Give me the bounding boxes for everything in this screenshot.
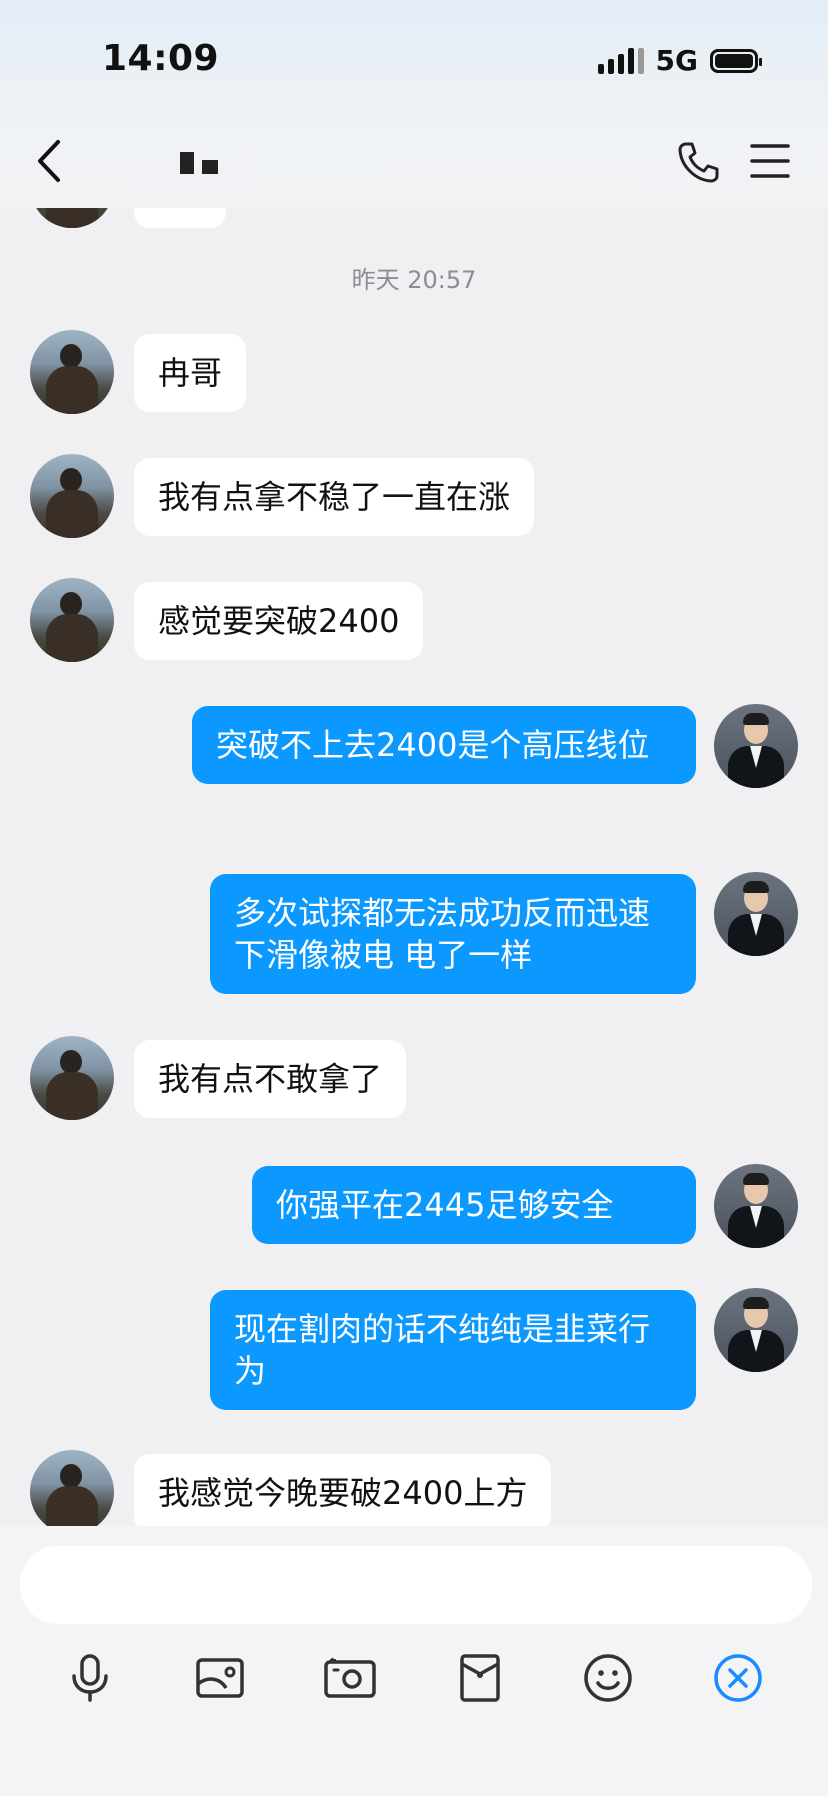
top-header: 14:09 5G	[0, 0, 828, 208]
message-bubble-incoming[interactable]: 我有点拿不稳了一直在涨	[134, 458, 535, 536]
message-bubble-outgoing[interactable]: 突破不上去2400是个高压线位	[192, 706, 696, 784]
my-avatar[interactable]	[714, 1164, 798, 1248]
status-icons: 5G	[597, 44, 762, 77]
camera-icon	[324, 1657, 376, 1698]
input-bar	[0, 1526, 828, 1796]
image-icon	[196, 1658, 244, 1698]
battery-icon	[710, 48, 762, 73]
status-time: 14:09	[102, 38, 220, 79]
chevron-left-icon	[38, 140, 60, 182]
contact-avatar[interactable]	[30, 208, 114, 228]
message-bubble-incoming[interactable]: 感觉要突破2400	[134, 582, 424, 660]
contact-avatar[interactable]	[30, 454, 114, 538]
contact-avatar[interactable]	[30, 1036, 114, 1120]
chat-area[interactable]: 昨天 20:57 冉哥 我有点拿不稳了一直在涨 感觉要突破2400 突破不上去2…	[0, 208, 828, 1526]
contact-avatar[interactable]	[30, 1450, 114, 1526]
microphone-icon	[72, 1654, 108, 1702]
message-bubble-outgoing[interactable]: 你强平在2445足够安全	[252, 1166, 696, 1244]
emoji-button[interactable]	[578, 1648, 638, 1708]
message-input[interactable]	[20, 1546, 812, 1624]
contact-name-redacted	[180, 152, 218, 174]
back-button[interactable]	[30, 138, 70, 184]
message-bubble-outgoing[interactable]: 现在割肉的话不纯纯是韭菜行为	[210, 1290, 696, 1410]
emoji-icon	[584, 1654, 632, 1702]
close-icon	[714, 1654, 762, 1702]
contact-avatar[interactable]	[30, 330, 114, 414]
more-menu-button[interactable]	[750, 142, 790, 180]
camera-button[interactable]	[320, 1648, 380, 1708]
message-bubble-incoming[interactable]: 我感觉今晚要破2400上方	[134, 1454, 552, 1526]
message-bubble-outgoing[interactable]: 多次试探都无法成功反而迅速下滑像被电 电了一样	[210, 874, 696, 994]
red-packet-button[interactable]	[450, 1648, 510, 1708]
menu-icon	[750, 144, 790, 178]
my-avatar[interactable]	[714, 872, 798, 956]
message-bubble-incoming[interactable]: 我有点不敢拿了	[134, 1040, 407, 1118]
red-packet-icon	[460, 1654, 500, 1702]
network-label: 5G	[655, 44, 698, 77]
call-button[interactable]	[676, 140, 720, 184]
my-avatar[interactable]	[714, 704, 798, 788]
phone-icon	[678, 142, 719, 183]
voice-button[interactable]	[60, 1648, 120, 1708]
close-panel-button[interactable]	[708, 1648, 768, 1708]
image-button[interactable]	[190, 1648, 250, 1708]
signal-icon	[597, 47, 644, 74]
chat-timestamp: 昨天 20:57	[351, 266, 477, 294]
contact-avatar[interactable]	[30, 578, 114, 662]
my-avatar[interactable]	[714, 1288, 798, 1372]
message-bubble-incoming[interactable]: 冉哥	[134, 334, 247, 412]
message-bubble-partial	[134, 208, 226, 228]
